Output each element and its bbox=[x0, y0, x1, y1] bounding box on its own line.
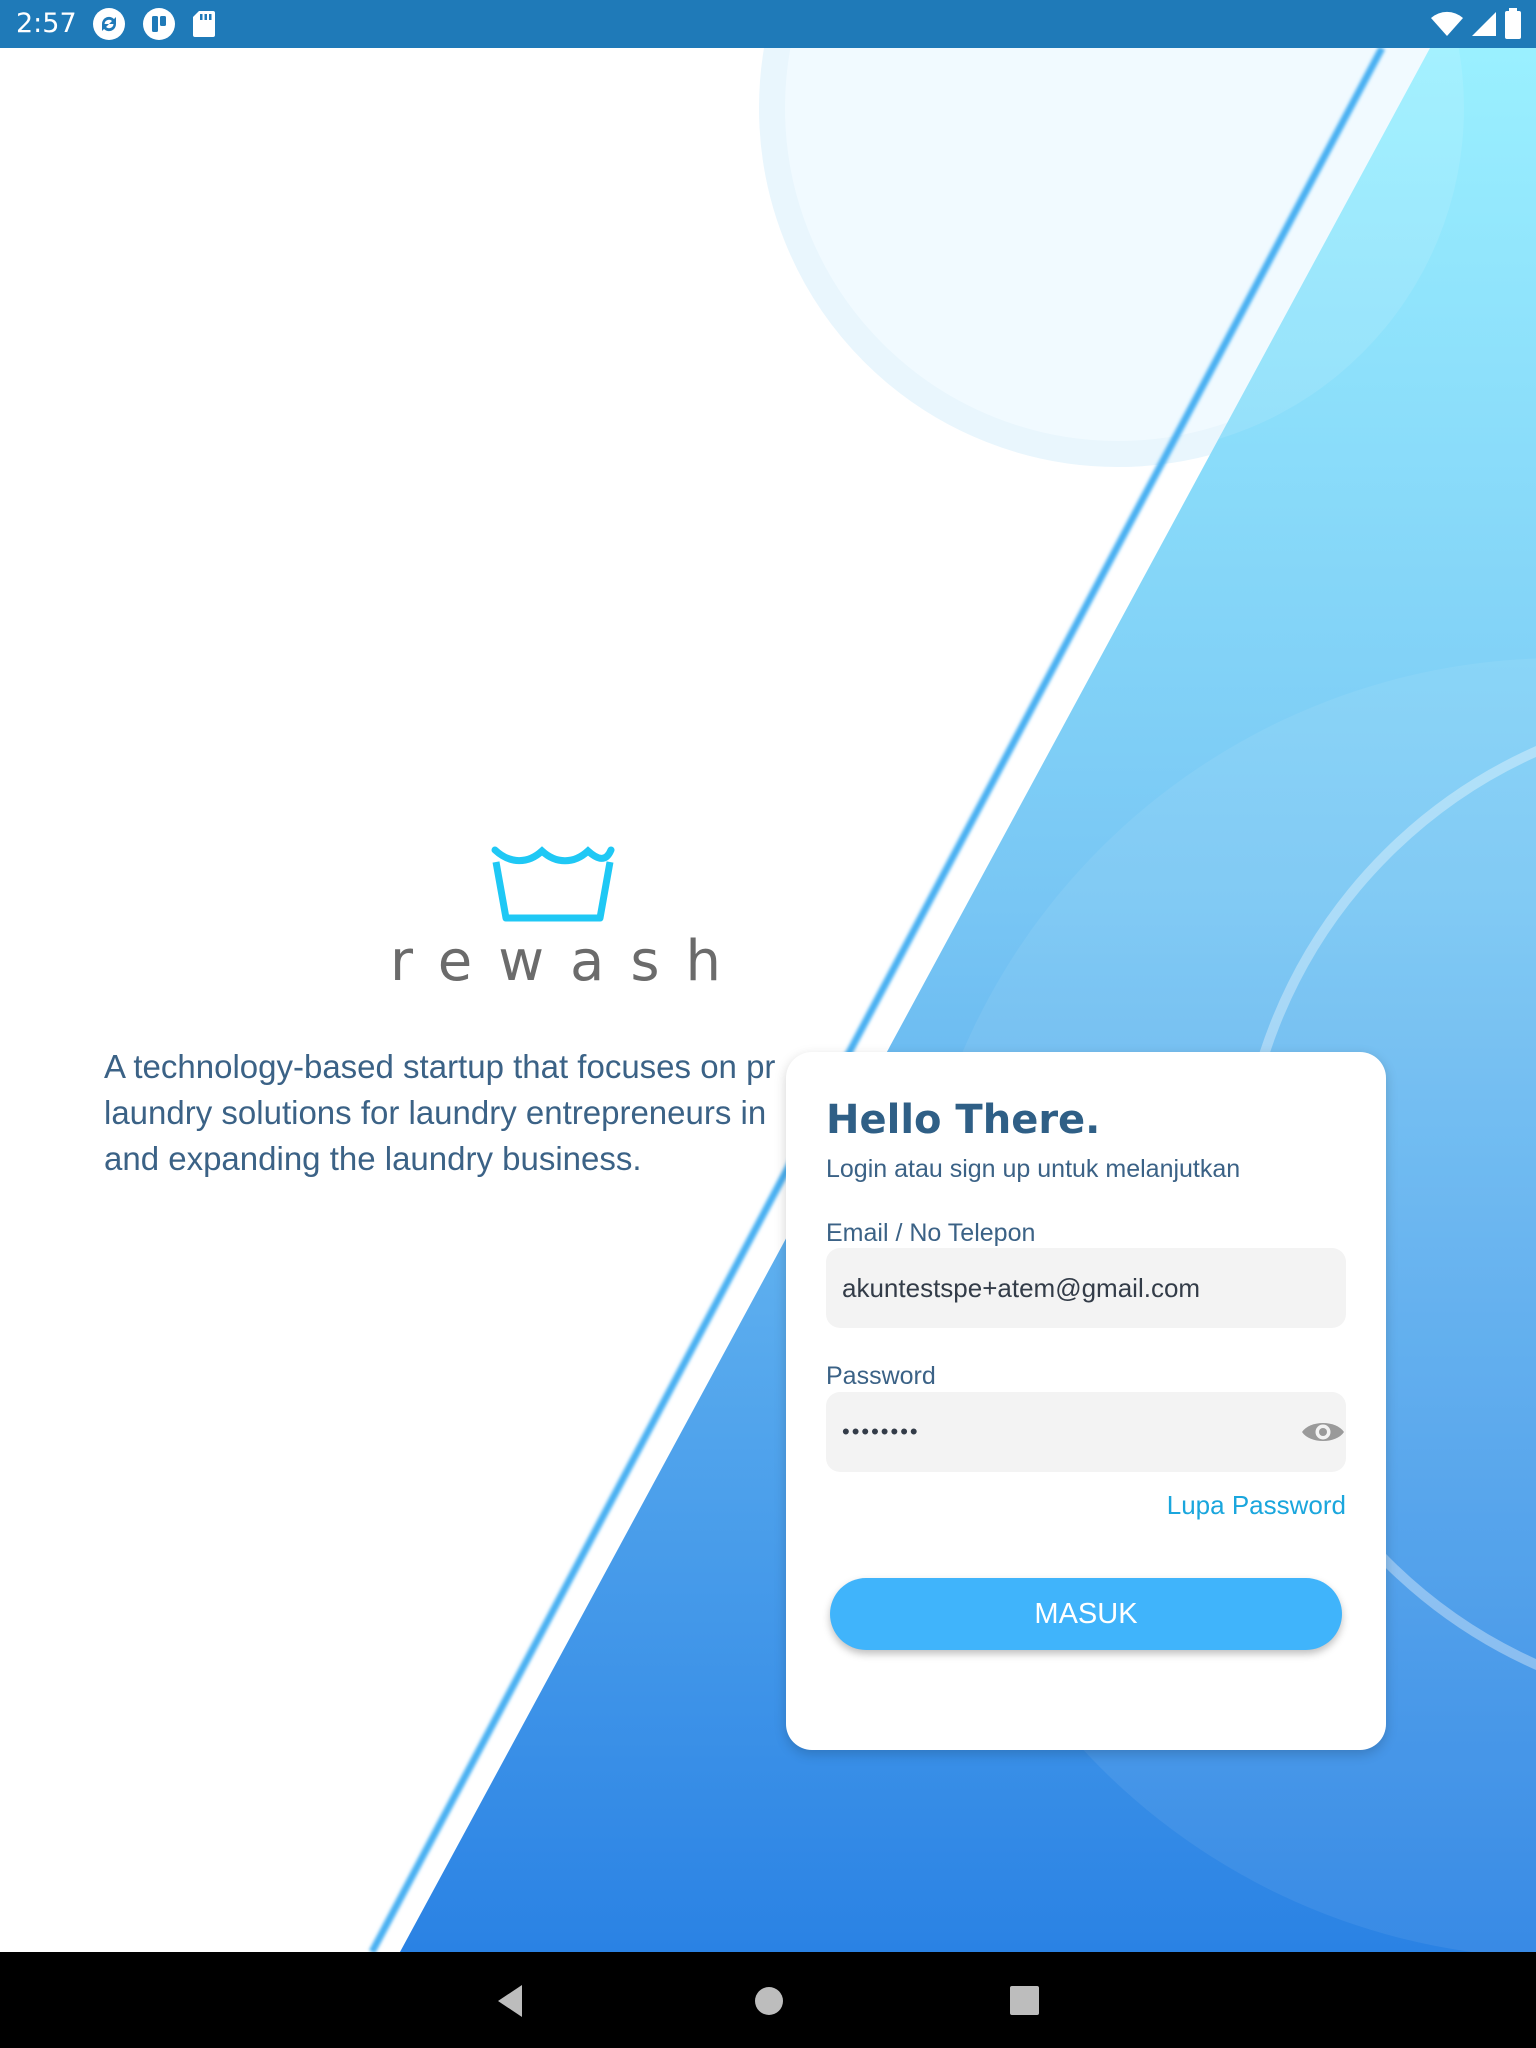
password-field[interactable] bbox=[842, 1392, 1282, 1472]
email-label: Email / No Telepon bbox=[826, 1219, 1036, 1247]
login-card: Hello There. Login atau sign up untuk me… bbox=[786, 1052, 1386, 1750]
description: A technology-based startup that focuses … bbox=[104, 1044, 788, 1184]
login-subtitle: Login atau sign up untuk melanjutkan bbox=[826, 1155, 1241, 1183]
rewash-logo: rewash bbox=[390, 840, 721, 992]
email-field-container bbox=[826, 1248, 1346, 1328]
navigation-bar bbox=[0, 1952, 1536, 2048]
status-bar: 2:57 bbox=[0, 0, 1536, 48]
description-line: and expanding the laundry business. bbox=[104, 1140, 642, 1177]
home-icon[interactable] bbox=[744, 1976, 794, 2026]
status-right-icons bbox=[1430, 8, 1522, 40]
app-notification-icon bbox=[142, 7, 176, 41]
wifi-icon bbox=[1430, 10, 1464, 38]
sd-card-icon bbox=[192, 9, 216, 39]
battery-icon bbox=[1504, 8, 1522, 40]
back-icon[interactable] bbox=[486, 1976, 536, 2026]
password-label: Password bbox=[826, 1362, 936, 1390]
cell-signal-icon bbox=[1470, 10, 1498, 38]
status-left-icons bbox=[92, 8, 216, 40]
status-time: 2:57 bbox=[16, 8, 77, 39]
login-title: Hello There. bbox=[826, 1097, 1101, 1143]
eye-icon[interactable] bbox=[1300, 1414, 1346, 1450]
forgot-password-link[interactable]: Lupa Password bbox=[1167, 1488, 1346, 1522]
masuk-button[interactable]: MASUK bbox=[830, 1578, 1342, 1650]
recents-icon[interactable] bbox=[1000, 1976, 1050, 2026]
logo-wordmark: rewash bbox=[390, 929, 748, 994]
description-line: A technology-based startup that focuses … bbox=[104, 1048, 776, 1085]
description-line: laundry solutions for laundry entreprene… bbox=[104, 1094, 767, 1131]
sync-icon bbox=[92, 7, 126, 41]
wash-tub-icon bbox=[491, 846, 615, 922]
login-screen: 2:57 rewash A technology-based startup t… bbox=[0, 0, 1536, 2048]
password-field-container bbox=[826, 1392, 1346, 1472]
email-field[interactable] bbox=[842, 1248, 1282, 1328]
